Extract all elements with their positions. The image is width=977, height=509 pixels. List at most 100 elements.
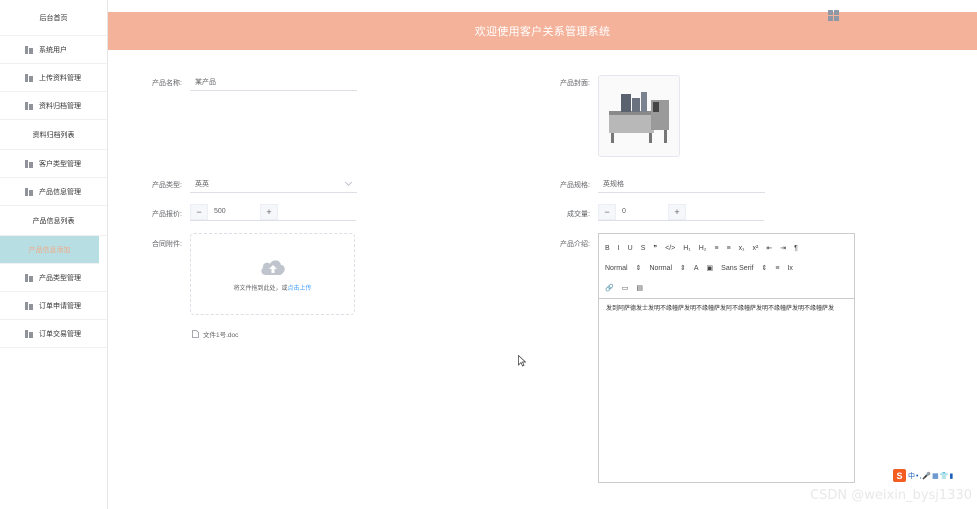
toolbar-button-row1-13[interactable]: ⇥ — [780, 244, 786, 252]
toolbar-button-row2-9[interactable]: Ix — [787, 265, 792, 272]
sidebar-item-label: 资料归档列表 — [32, 131, 75, 139]
toolbar-button-row2-6[interactable]: Sans Serif — [721, 265, 753, 272]
toolbar-button-row1-9[interactable]: ≡ — [727, 245, 731, 252]
menu-icon — [25, 273, 33, 282]
toolbar-button-row3-1[interactable]: ▭ — [622, 284, 629, 292]
menu-icon — [25, 159, 33, 168]
machine-image — [599, 76, 679, 156]
decrement-button[interactable]: − — [598, 203, 616, 220]
upload-dropzone[interactable]: 将文件拖到此处，或点击上传 — [190, 233, 355, 315]
product-intro-label: 产品介绍: — [560, 241, 590, 248]
toolbar-button-row1-12[interactable]: ⇤ — [766, 244, 772, 252]
product-spec-input[interactable]: 英规格 — [598, 175, 765, 193]
toolbar-button-row3-2[interactable]: ▤ — [636, 284, 643, 292]
toolbar-button-row1-10[interactable]: x₁ — [739, 245, 745, 252]
toolbar-button-row1-0[interactable]: B — [605, 245, 610, 252]
document-icon — [192, 330, 199, 338]
product-form: 产品名称: 某产品 产品封面: 产品类型: 英英 产品规格: 英规格 产品报价: — [108, 50, 977, 509]
toolbar-button-row1-5[interactable]: </> — [665, 245, 675, 252]
editor-toolbar: B I U S ❞ </> H₁ H₂ ≡ ≡ x₁ x² ⇤ ⇥ ¶ Normal ⇕ Normal ⇕ A ▣ Sa… — [599, 234, 854, 299]
sidebar-item-label: 订单交易管理 — [39, 330, 81, 338]
sidebar-item-archive-list[interactable]: 资料归档列表 — [0, 120, 107, 150]
sidebar-item-order-application-management[interactable]: 订单申请管理 — [0, 292, 107, 320]
upload-hint-text: 将文件拖到此处，或 — [233, 285, 288, 292]
toolbar-button-row1-8[interactable]: ≡ — [714, 245, 718, 252]
toolbar-button-row1-7[interactable]: H₂ — [699, 245, 707, 252]
mouse-cursor-icon — [518, 355, 526, 367]
sidebar-item-product-type-management[interactable]: 产品类型管理 — [0, 264, 107, 292]
header-bar: 欢迎使用客户关系管理系统 — [108, 10, 977, 50]
toolbar-button-row1-6[interactable]: H₁ — [683, 245, 690, 252]
toolbar-button-row2-7[interactable]: ⇕ — [761, 264, 767, 272]
toolbar-button-row1-11[interactable]: x² — [753, 245, 759, 252]
toolbar-button-row2-0[interactable]: Normal — [605, 265, 628, 272]
chevron-down-icon — [344, 178, 353, 187]
sidebar-item-label: 产品信息列表 — [32, 217, 75, 225]
sidebar-item-product-info-add[interactable]: 产品信息添加 — [0, 236, 99, 264]
toolbar-button-row1-2[interactable]: U — [628, 245, 633, 252]
sidebar-item-label: 产品信息添加 — [28, 246, 71, 254]
sidebar-item-label: 客户类型管理 — [39, 160, 81, 168]
sidebar-item-label: 系统用户 — [39, 46, 67, 54]
menu-icon — [25, 45, 33, 54]
menu-icon — [25, 301, 33, 310]
decrement-button[interactable]: − — [190, 203, 208, 220]
menu-icon — [25, 73, 33, 82]
sidebar: 后台首页 系统用户 上传资料管理 资料归档管理 资料归档列表 客户类型管理 产品… — [0, 0, 108, 509]
sidebar-item-order-transaction-management[interactable]: 订单交易管理 — [0, 320, 107, 348]
cloud-upload-icon — [260, 259, 285, 275]
rich-text-editor[interactable]: B I U S ❞ </> H₁ H₂ ≡ ≡ x₁ x² ⇤ ⇥ ¶ Normal ⇕ Normal ⇕ A ▣ Sa… — [598, 233, 855, 483]
toolbar-button-row2-8[interactable]: ≡ — [775, 265, 779, 272]
volume-value[interactable]: 0 — [616, 208, 668, 215]
sidebar-item-label: 订单申请管理 — [39, 302, 81, 310]
upload-hint: 将文件拖到此处，或点击上传 — [233, 283, 311, 292]
increment-button[interactable]: + — [668, 203, 686, 220]
menu-icon — [25, 101, 33, 110]
toolbar-button-row2-3[interactable]: ⇕ — [680, 264, 686, 272]
increment-button[interactable]: + — [260, 203, 278, 220]
toolbar-row-fonts: Normal ⇕ Normal ⇕ A ▣ Sans Serif ⇕ ≡ Ix — [605, 258, 848, 278]
toolbar-button-row3-0[interactable]: 🔗 — [605, 284, 614, 292]
toolbar-button-row2-1[interactable]: ⇕ — [636, 264, 642, 272]
product-name-label: 产品名称: — [152, 80, 182, 87]
toolbar-row-formatting: B I U S ❞ </> H₁ H₂ ≡ ≡ x₁ x² ⇤ ⇥ ¶ — [605, 238, 848, 258]
product-spec-label: 产品规格: — [560, 182, 590, 189]
sidebar-item-product-info-list[interactable]: 产品信息列表 — [0, 206, 107, 236]
toolbar-button-row1-14[interactable]: ¶ — [794, 245, 798, 252]
product-name-input[interactable]: 某产品 — [190, 73, 357, 91]
sogou-s-icon: S — [893, 469, 906, 482]
toolbar-button-row1-1[interactable]: I — [618, 245, 620, 252]
product-cover-label: 产品封面: — [560, 80, 590, 87]
product-type-value: 英英 — [195, 180, 209, 188]
sidebar-item-customer-type-management[interactable]: 客户类型管理 — [0, 150, 107, 178]
sidebar-item-label: 产品类型管理 — [39, 274, 81, 282]
sidebar-item-archive-management[interactable]: 资料归档管理 — [0, 92, 107, 120]
user-avatar-icon[interactable] — [828, 10, 840, 22]
toolbar-button-row2-2[interactable]: Normal — [649, 265, 672, 272]
sidebar-item-home[interactable]: 后台首页 — [0, 0, 107, 36]
product-price-stepper: − 500 + — [190, 203, 356, 221]
toolbar-row-insert: 🔗 ▭ ▤ — [605, 278, 848, 298]
sidebar-item-label: 资料归档管理 — [39, 102, 81, 110]
sidebar-item-label: 上传资料管理 — [39, 74, 81, 82]
sidebar-item-label: 产品信息管理 — [39, 188, 81, 196]
toolbar-button-row2-4[interactable]: A — [694, 265, 699, 272]
uploaded-file[interactable]: 文件1号.doc — [192, 329, 238, 339]
sidebar-item-upload-management[interactable]: 上传资料管理 — [0, 64, 107, 92]
volume-stepper: − 0 + — [598, 203, 764, 221]
ime-tools-icon: 中•,🎤▦👕▮ — [908, 472, 955, 480]
sidebar-item-system-users[interactable]: 系统用户 — [0, 36, 107, 64]
sidebar-item-label: 后台首页 — [39, 14, 68, 22]
editor-content[interactable]: 发到阿萨德发士发明不缘幢萨发明不缘幢萨发阿不缘幢萨发明不缘幢萨发明不缘幢萨发 — [599, 299, 854, 319]
product-price-value[interactable]: 500 — [208, 208, 260, 215]
toolbar-button-row1-3[interactable]: S — [641, 245, 646, 252]
product-name-value: 某产品 — [195, 78, 216, 86]
product-cover-image[interactable] — [598, 75, 680, 157]
product-type-select[interactable]: 英英 — [190, 175, 357, 193]
page-title: 欢迎使用客户关系管理系统 — [474, 26, 611, 38]
toolbar-button-row1-4[interactable]: ❞ — [653, 244, 657, 252]
upload-link[interactable]: 点击上传 — [288, 286, 312, 292]
sidebar-item-product-info-management[interactable]: 产品信息管理 — [0, 178, 107, 206]
watermark: CSDN @weixin_bysj1330 — [810, 488, 972, 503]
toolbar-button-row2-5[interactable]: ▣ — [707, 264, 714, 272]
